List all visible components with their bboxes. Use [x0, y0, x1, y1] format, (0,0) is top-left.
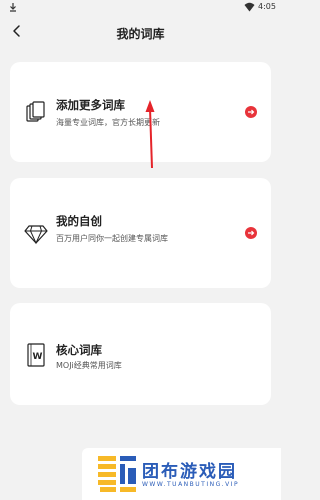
card-title: 我的自创 [56, 214, 102, 228]
card-title: 添加更多词库 [56, 98, 125, 112]
watermark-text: 团布游戏园 [142, 462, 237, 482]
watermark-url: WWW.TUANBUTING.VIP [142, 481, 240, 488]
card-core-dictionary[interactable]: W 核心词库 MOJi经典常用词库 [10, 303, 271, 405]
card-my-creations[interactable]: 我的自创 百万用户同你一起创建专属词库 [10, 178, 271, 288]
watermark-logo-icon [98, 456, 136, 492]
arrow-right-circle-icon[interactable] [245, 227, 257, 239]
card-description: 海量专业词库，官方长期更新 [56, 118, 160, 127]
card-add-more-dictionaries[interactable]: 添加更多词库 海量专业词库，官方长期更新 [10, 62, 271, 162]
stacked-books-icon [26, 101, 45, 122]
diamond-icon [24, 225, 48, 245]
arrow-right-circle-icon[interactable] [245, 106, 257, 118]
watermark: 团布游戏园 WWW.TUANBUTING.VIP [82, 448, 281, 500]
download-icon [10, 3, 16, 12]
svg-text:W: W [33, 352, 43, 362]
wifi-icon [244, 2, 255, 12]
status-bar: 4:05 [0, 0, 281, 14]
page-title: 我的词库 [116, 27, 165, 41]
card-title: 核心词库 [56, 343, 102, 357]
card-description: MOJi经典常用词库 [56, 361, 122, 370]
w-book-icon: W [27, 343, 45, 367]
card-description: 百万用户同你一起创建专属词库 [56, 234, 168, 243]
top-bar: 我的词库 [0, 20, 281, 44]
status-time: 4:05 [258, 2, 276, 11]
